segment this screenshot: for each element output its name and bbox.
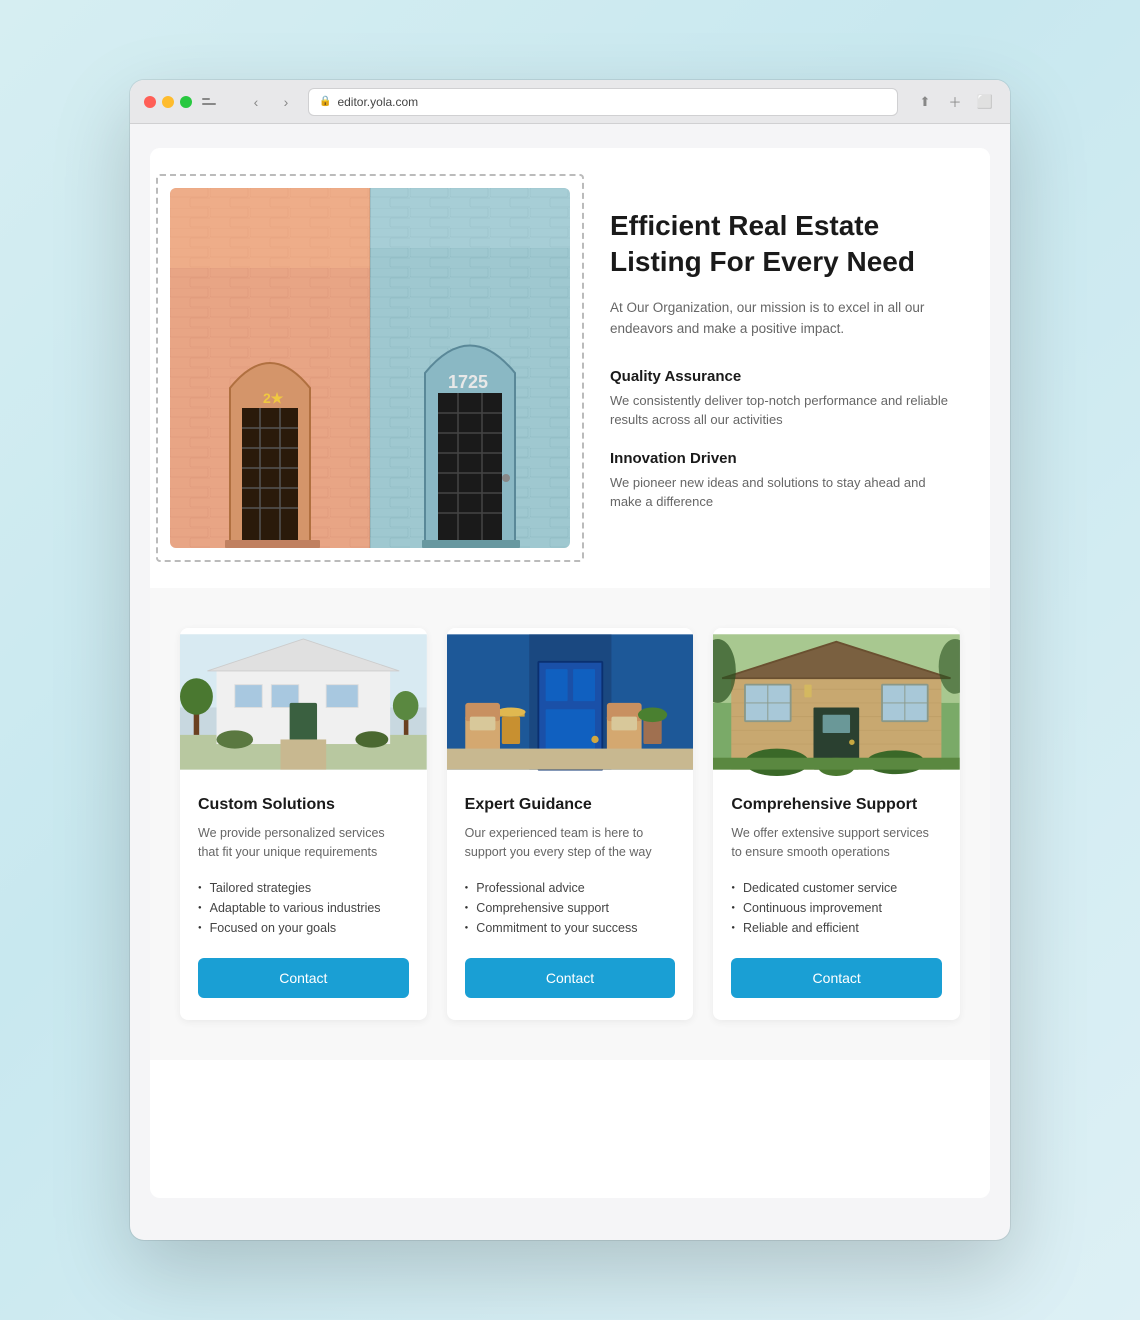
traffic-lights (144, 96, 192, 108)
card-3-body: Comprehensive Support We offer extensive… (713, 776, 960, 1020)
back-button[interactable]: ‹ (244, 90, 268, 114)
reading-list-button[interactable]: ⬜ (974, 91, 996, 113)
card-3-contact-button[interactable]: Contact (731, 958, 942, 998)
close-button[interactable] (144, 96, 156, 108)
list-item: Tailored strategies (198, 878, 409, 898)
sidebar-toggle-icon[interactable] (202, 94, 222, 110)
card-2-list: Professional advice Comprehensive suppor… (465, 878, 676, 938)
card-1-description: We provide personalized services that fi… (198, 824, 409, 862)
feature-innovation-description: We pioneer new ideas and solutions to st… (610, 473, 950, 512)
card-2-description: Our experienced team is here to support … (465, 824, 676, 862)
list-item: Commitment to your success (465, 918, 676, 938)
url-text: editor.yola.com (337, 95, 418, 109)
list-item: Comprehensive support (465, 898, 676, 918)
cards-section: Custom Solutions We provide personalized… (150, 588, 990, 1060)
hero-title: Efficient Real Estate Listing For Every … (610, 208, 950, 281)
list-item: Continuous improvement (731, 898, 942, 918)
hero-description: At Our Organization, our mission is to e… (610, 297, 950, 340)
hero-section: 2★ 17 (150, 148, 990, 588)
browser-window: ‹ › 🔒 editor.yola.com ⬆ ＋ ⬜ (130, 80, 1010, 1240)
card-2-title: Expert Guidance (465, 796, 676, 814)
svg-text:2★: 2★ (263, 390, 284, 406)
card-1-title: Custom Solutions (198, 796, 409, 814)
card-1-list: Tailored strategies Adaptable to various… (198, 878, 409, 938)
card-expert-guidance: Expert Guidance Our experienced team is … (447, 628, 694, 1020)
feature-quality-description: We consistently deliver top-notch perfor… (610, 391, 950, 430)
card-custom-solutions: Custom Solutions We provide personalized… (180, 628, 427, 1020)
card-1-body: Custom Solutions We provide personalized… (180, 776, 427, 1020)
card-3-list: Dedicated customer service Continuous im… (731, 878, 942, 938)
fullscreen-button[interactable] (180, 96, 192, 108)
list-item: Dedicated customer service (731, 878, 942, 898)
list-item: Adaptable to various industries (198, 898, 409, 918)
forward-button[interactable]: › (274, 90, 298, 114)
hero-image-container: 2★ 17 (170, 188, 570, 548)
card-2-image (447, 628, 694, 776)
card-2-body: Expert Guidance Our experienced team is … (447, 776, 694, 1020)
lock-icon: 🔒 (319, 96, 331, 107)
browser-nav: ‹ › (244, 90, 298, 114)
new-tab-button[interactable]: ＋ (944, 91, 966, 113)
card-3-description: We offer extensive support services to e… (731, 824, 942, 862)
browser-actions: ⬆ ＋ ⬜ (914, 91, 996, 113)
address-bar[interactable]: 🔒 editor.yola.com (308, 88, 898, 116)
minimize-button[interactable] (162, 96, 174, 108)
hero-image: 2★ 17 (170, 188, 570, 548)
feature-quality-title: Quality Assurance (610, 368, 950, 385)
card-3-image (713, 628, 960, 776)
page-content: 2★ 17 (150, 148, 990, 1198)
list-item: Focused on your goals (198, 918, 409, 938)
share-button[interactable]: ⬆ (914, 91, 936, 113)
card-2-contact-button[interactable]: Contact (465, 958, 676, 998)
feature-innovation: Innovation Driven We pioneer new ideas a… (610, 450, 950, 512)
card-1-contact-button[interactable]: Contact (198, 958, 409, 998)
card-1-image (180, 628, 427, 776)
list-item: Professional advice (465, 878, 676, 898)
card-3-title: Comprehensive Support (731, 796, 942, 814)
feature-quality: Quality Assurance We consistently delive… (610, 368, 950, 430)
svg-text:1725: 1725 (448, 372, 488, 392)
hero-house-svg: 2★ 17 (170, 188, 570, 548)
browser-toolbar: ‹ › 🔒 editor.yola.com ⬆ ＋ ⬜ (130, 80, 1010, 124)
feature-innovation-title: Innovation Driven (610, 450, 950, 467)
hero-text: Efficient Real Estate Listing For Every … (610, 188, 950, 532)
list-item: Reliable and efficient (731, 918, 942, 938)
card-comprehensive-support: Comprehensive Support We offer extensive… (713, 628, 960, 1020)
